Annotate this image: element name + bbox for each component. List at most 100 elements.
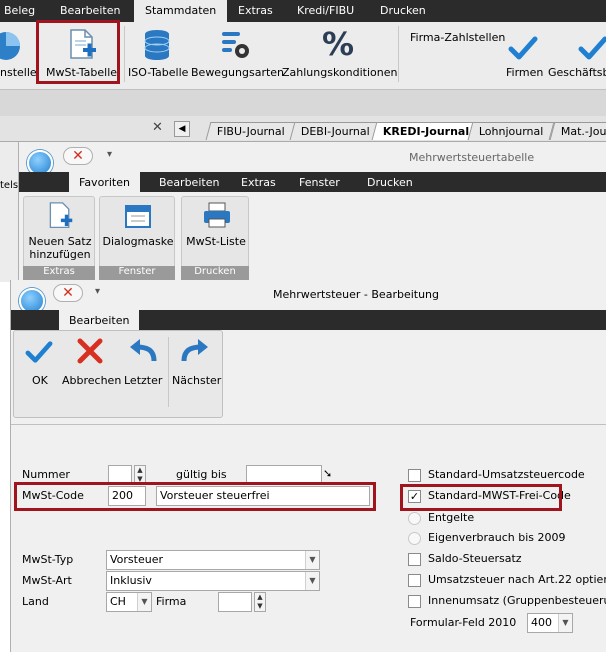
close-icon[interactable]: ✕ [63,147,93,165]
eigenverbrauch-label: Eigenverbrauch bis 2009 [428,531,566,544]
land-select[interactable]: CH ▼ [106,592,152,612]
back-arrow-icon[interactable] [128,337,158,368]
tab-debi-journal[interactable]: DEBI-Journal [289,122,382,140]
background-text: tels [0,180,19,191]
tab-lohnjournal[interactable]: Lohnjournal [467,122,555,140]
close-icon[interactable]: ✕ [152,120,163,135]
group-label-drucken: Drucken [181,266,249,280]
menu-kredi-fibu[interactable]: Kredi/FIBU [297,4,354,17]
letzter-button[interactable]: Letzter [124,374,162,387]
checkmark-icon[interactable] [24,339,54,368]
group-label-extras: Extras [23,266,95,280]
ribbon-divider [398,26,399,82]
tab-fenster[interactable]: Fenster [299,176,340,189]
art22-checkbox[interactable] [408,574,421,587]
innenumsatz-checkbox[interactable] [408,595,421,608]
mwst-art-label: MwSt-Art [22,574,72,587]
standard-umsatz-checkbox[interactable] [408,469,421,482]
zahlungskonditionen-button[interactable]: Zahlungskonditionen [282,66,398,79]
highlight-box-mwst-tabelle [36,20,120,84]
mwst-typ-select[interactable]: Vorsteuer ▼ [106,550,320,570]
formular-feld-value: 400 [531,616,552,629]
top-menu-bar: Beleg Bearbeiten Stammdaten Extras Kredi… [0,0,606,22]
iso-tabelle-button[interactable]: ISO-Tabelle [128,66,188,79]
tab-kredi-journal[interactable]: KREDI-Journal [371,122,481,140]
entgelte-label: Entgelte [428,511,475,524]
land-label: Land [22,595,49,608]
add-document-icon [46,201,74,234]
firma-input[interactable] [218,592,252,612]
menu-stammdaten[interactable]: Stammdaten [134,0,228,22]
chevron-down-icon[interactable]: ▼ [305,572,319,590]
formular-feld-select[interactable]: 400 ▼ [527,613,573,633]
cancel-icon[interactable] [76,337,104,368]
highlight-box-frei-code [400,484,562,511]
gueltig-bis-label: gültig bis [176,468,227,481]
menu-drucken[interactable]: Drucken [380,4,426,17]
menu-beleg[interactable]: Beleg [4,4,35,17]
bewegungsarten-button[interactable]: Bewegungsarten [191,66,284,79]
ribbon-item-label[interactable]: nstelle [0,66,37,79]
tab-extras[interactable]: Extras [241,176,276,189]
calendar-icon [124,201,152,232]
chevron-down-icon[interactable]: ▼ [305,551,319,569]
eigenverbrauch-radio[interactable] [408,532,421,545]
saldo-checkbox[interactable] [408,553,421,566]
forward-arrow-icon[interactable] [180,337,210,368]
dialogmaske-label: Dialogmaske [102,235,174,248]
window-title: Mehrwertsteuertabelle [409,151,535,164]
chevron-down-icon[interactable]: ▼ [137,593,151,611]
printer-icon [202,201,232,232]
standard-umsatz-label: Standard-Umsatzsteuercode [428,468,585,481]
tab-bearbeiten[interactable]: Bearbeiten [159,176,219,189]
firmen-button[interactable]: Firmen [506,66,543,79]
pin-icon[interactable]: ▾ [95,286,100,297]
nummer-label: Nummer [22,468,70,481]
journal-tab-strip: ✕ ◀ FIBU-Journal DEBI-Journal KREDI-Jour… [0,116,606,142]
checkmark-icon [508,34,538,62]
land-value: CH [110,595,126,608]
group-title-firma-zahlstellen: Firma-Zahlstellen [410,31,506,44]
tab-favoriten[interactable]: Favoriten [69,172,140,192]
naechster-button[interactable]: Nächster [172,374,221,387]
saldo-label: Saldo-Steuersatz [428,552,522,565]
geschaeftsbereich-button[interactable]: Geschäftsbe [548,66,606,79]
chevron-down-icon[interactable]: ▼ [558,614,572,632]
tab-bearbeiten[interactable]: Bearbeiten [59,310,140,330]
toolbar-divider [168,337,169,407]
ok-button[interactable]: OK [32,374,48,387]
group-label-fenster: Fenster [99,266,175,280]
formular-feld-label: Formular-Feld 2010 [410,616,517,629]
ribbon-divider [124,26,125,82]
mwst-art-value: Inklusiv [110,574,152,587]
tab-fibu-journal[interactable]: FIBU-Journal [205,122,297,140]
menu-extras[interactable]: Extras [238,4,273,17]
percent-icon: % [321,25,355,63]
neuen-satz-label: Neuen Satz hinzufügen [28,235,92,261]
pie-chart-icon [0,30,22,62]
window-title: Mehrwertsteuer - Bearbeitung [273,288,440,301]
checkmark-icon [578,34,606,62]
scroll-left-icon[interactable]: ◀ [174,121,190,137]
abbrechen-button[interactable]: Abbrechen [62,374,121,387]
database-icon [142,28,172,62]
entgelte-radio[interactable] [408,512,421,525]
close-icon[interactable]: ✕ [53,284,83,302]
tab-drucken[interactable]: Drucken [367,176,413,189]
background-area [0,142,18,282]
toolbar-group: OK Abbrechen Letzter Nächster [13,330,223,418]
firma-stepper[interactable]: ▲ ▼ [254,592,266,612]
mwst-table-window: ✕ ▾ Mehrwertsteuertabelle Favoriten Bear… [18,142,606,282]
mwst-typ-value: Vorsteuer [110,553,163,566]
settings-icon [220,28,252,62]
art22-label: Umsatzsteuer nach Art.22 optiert [428,573,606,586]
tab-mat-journal[interactable]: Mat.-Jou [549,122,606,140]
divider [11,424,606,425]
highlight-box-mwst-code [14,482,376,511]
pin-icon[interactable]: ▾ [107,149,112,160]
ribbon-bottom-gap [0,90,606,116]
menu-bearbeiten[interactable]: Bearbeiten [60,4,120,17]
mwst-art-select[interactable]: Inklusiv ▼ [106,571,320,591]
date-picker-icon[interactable]: ➘ [323,467,332,480]
mwst-typ-label: MwSt-Typ [22,553,74,566]
